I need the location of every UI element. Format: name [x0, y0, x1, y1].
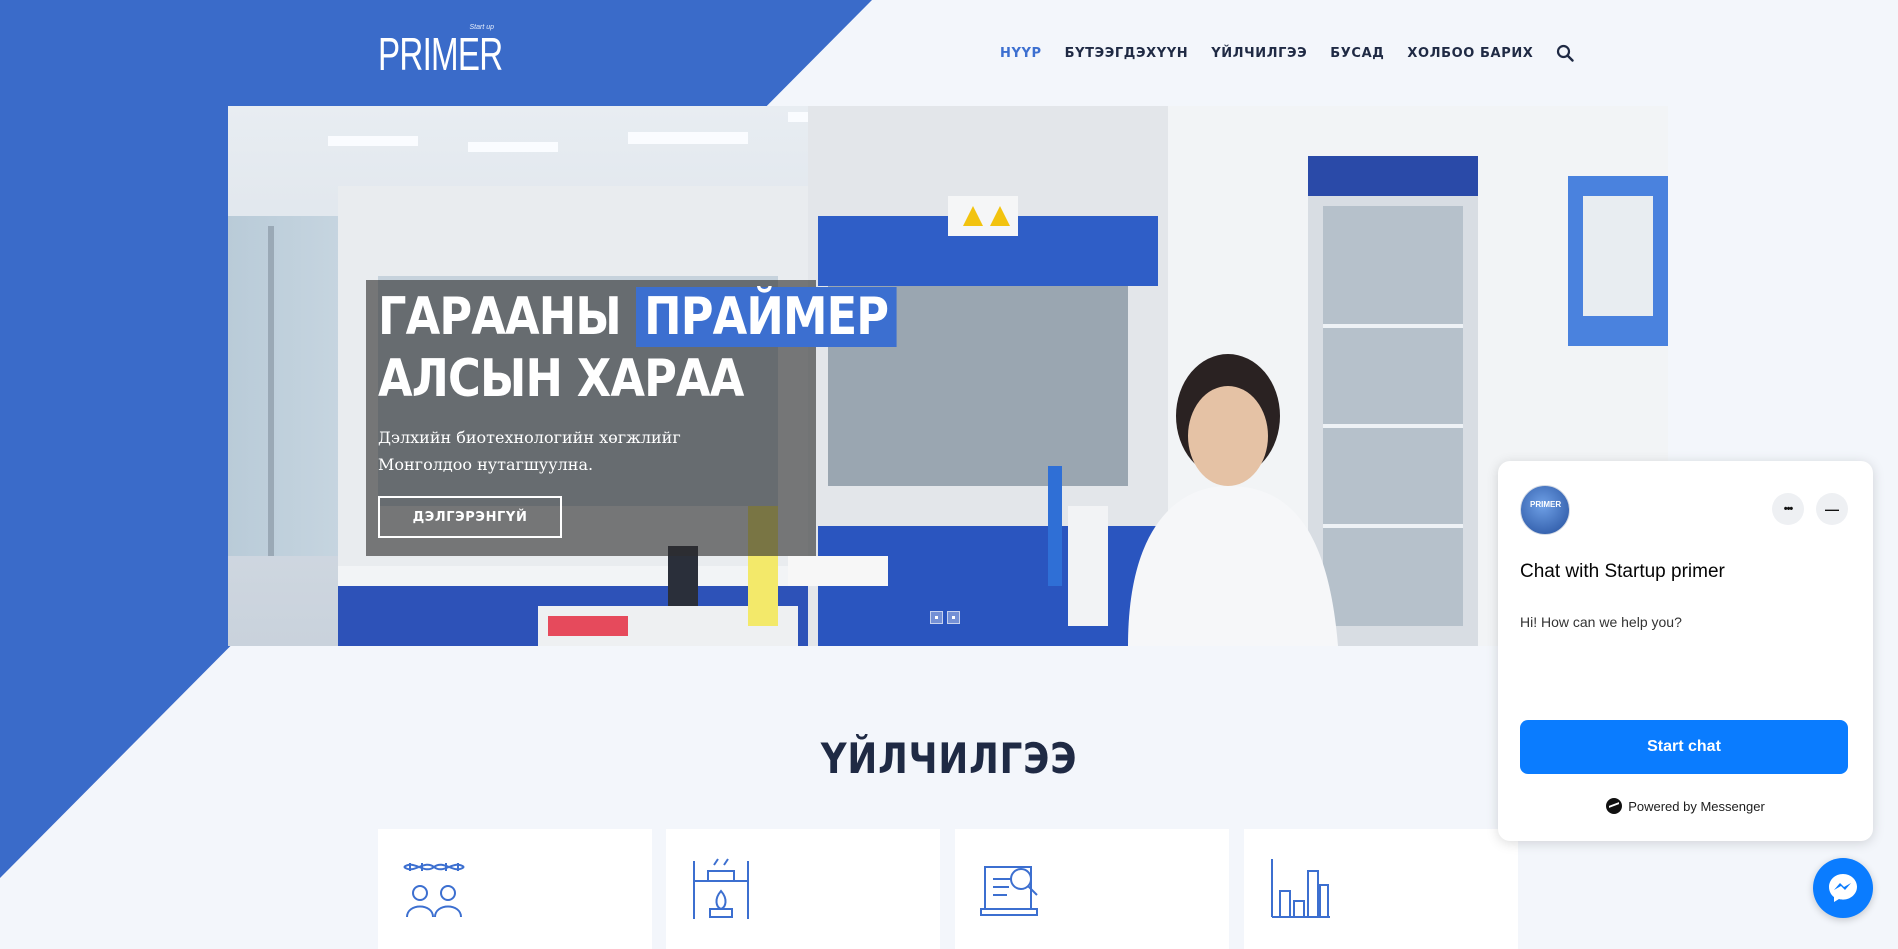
lab-burner-icon	[693, 858, 749, 919]
service-card-1[interactable]	[378, 829, 652, 949]
minimize-icon: —	[1825, 501, 1839, 517]
messenger-icon	[1606, 798, 1623, 814]
hero-title-line2: АЛСЫН ХАРАА	[378, 349, 744, 409]
hero-slider: ГАРААНЫ ПРАЙМЕР АЛСЫН ХАРАА Дэлхийн биот…	[228, 106, 1668, 646]
powered-by-messenger: Powered by Messenger	[1498, 798, 1873, 814]
search-icon[interactable]	[1556, 44, 1575, 62]
messenger-chat-popup: PRIMER ••• — Chat with Startup primer Hi…	[1498, 461, 1873, 841]
hero-more-button[interactable]: ДЭЛГЭРЭНГҮЙ	[378, 496, 562, 538]
logo-wordmark: PRIMER	[378, 28, 503, 80]
site-logo[interactable]: PRIMER Start up	[376, 22, 503, 86]
main-nav: НҮҮР БҮТЭЭГДЭХҮҮН ҮЙЛЧИЛГЭЭ БУСАД ХОЛБОО…	[1000, 43, 1898, 63]
more-dots-icon: •••	[1783, 503, 1794, 515]
service-card-3[interactable]	[955, 829, 1229, 949]
messenger-bubble-icon	[1829, 874, 1857, 902]
nav-item-services[interactable]: ҮЙЛЧИЛГЭЭ	[1211, 46, 1307, 61]
nav-item-products[interactable]: БҮТЭЭГДЭХҮҮН	[1065, 46, 1189, 61]
slider-dots	[930, 611, 960, 624]
slider-dot-2[interactable]	[947, 611, 960, 624]
dna-people-icon	[403, 863, 465, 918]
nav-item-home[interactable]: НҮҮР	[1000, 46, 1042, 61]
more-options-button[interactable]: •••	[1772, 493, 1804, 525]
hero-title-plain: ГАРААНЫ	[378, 287, 622, 347]
document-search-icon	[980, 866, 1038, 916]
slider-dot-1[interactable]	[930, 611, 943, 624]
chat-title: Chat with Startup primer	[1520, 561, 1725, 582]
start-chat-button[interactable]: Start chat	[1520, 720, 1848, 774]
nav-item-contact[interactable]: ХОЛБОО БАРИХ	[1407, 46, 1533, 61]
minimize-chat-button[interactable]: —	[1816, 493, 1848, 525]
page-avatar: PRIMER	[1520, 485, 1570, 535]
messenger-fab[interactable]	[1813, 858, 1873, 918]
avatar-text: PRIMER	[1530, 500, 1562, 509]
hero-description: Дэлхийн биотехнологийн хөгжлийг Монголдо…	[378, 428, 681, 474]
nav-item-other[interactable]: БУСАД	[1330, 46, 1384, 61]
service-card-2[interactable]	[666, 829, 940, 949]
chat-greeting: Hi! How can we help you?	[1520, 614, 1682, 630]
hero-title-highlight: ПРАЙМЕР	[635, 287, 897, 347]
hero-heading: ГАРААНЫ ПРАЙМЕР АЛСЫН ХАРАА	[378, 286, 898, 410]
logo-tagline: Start up	[469, 24, 494, 31]
powered-by-text: Powered by Messenger	[1628, 798, 1765, 814]
service-card-4[interactable]	[1244, 829, 1518, 949]
bar-chart-icon	[1271, 859, 1330, 918]
